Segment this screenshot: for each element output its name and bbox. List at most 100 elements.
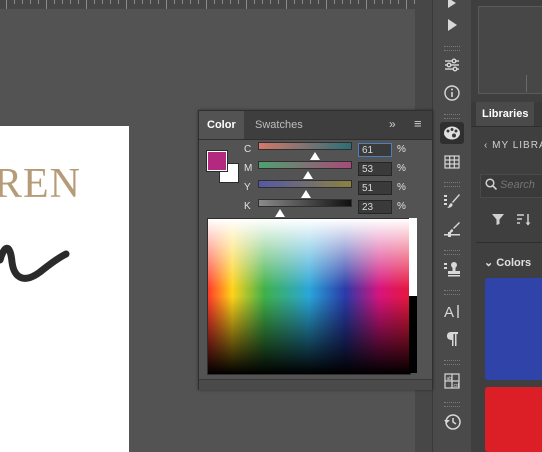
yellow-slider-thumb[interactable] bbox=[300, 190, 311, 198]
library-color-swatch[interactable] bbox=[485, 278, 542, 380]
play-icon[interactable] bbox=[440, 14, 464, 36]
ruler-tick bbox=[358, 0, 359, 4]
ruler-tick bbox=[334, 0, 335, 4]
colors-section-label: Colors bbox=[496, 257, 532, 269]
svg-text:A: A bbox=[444, 304, 454, 319]
ruler-tick bbox=[342, 0, 343, 4]
history-icon[interactable] bbox=[440, 411, 464, 433]
chevron-down-icon: ⌄ bbox=[484, 257, 497, 269]
ruler-tick bbox=[270, 0, 271, 4]
magenta-slider-thumb[interactable] bbox=[302, 171, 313, 179]
fill-stroke-selector[interactable] bbox=[206, 150, 239, 183]
svg-text:ab: ab bbox=[447, 376, 453, 382]
ruler-tick bbox=[246, 0, 247, 9]
character-icon[interactable]: A bbox=[440, 300, 464, 322]
ruler-tick bbox=[182, 0, 183, 4]
grid-icon[interactable] bbox=[440, 151, 464, 173]
yellow-slider[interactable] bbox=[258, 180, 352, 198]
yellow-value-input[interactable] bbox=[358, 181, 392, 195]
navigator-preview[interactable] bbox=[478, 6, 542, 94]
white-swatch[interactable] bbox=[409, 218, 417, 296]
black-slider-thumb[interactable] bbox=[275, 209, 286, 217]
ruler-tick bbox=[62, 0, 63, 4]
colors-section-header[interactable]: ⌄ Colors bbox=[484, 256, 531, 269]
my-library-back-link[interactable]: ‹ MY LIBRA bbox=[484, 140, 542, 151]
info-icon[interactable] bbox=[440, 82, 464, 104]
ruler-tick bbox=[102, 0, 103, 4]
ruler-tick bbox=[134, 0, 135, 4]
black-value-input[interactable] bbox=[358, 200, 392, 214]
color-palette-icon[interactable] bbox=[440, 122, 464, 144]
ruler-tick bbox=[398, 0, 399, 4]
magenta-value-input[interactable] bbox=[358, 162, 392, 176]
sort-icon[interactable] bbox=[516, 212, 532, 229]
tab-libraries[interactable]: Libraries bbox=[476, 102, 535, 126]
color-panel-tabs: Color Swatches » ≡ bbox=[199, 111, 432, 140]
filter-icon[interactable] bbox=[491, 212, 505, 229]
panel-grip[interactable] bbox=[444, 402, 460, 407]
cyan-slider-thumb[interactable] bbox=[310, 152, 321, 160]
cyan-value-input[interactable] bbox=[358, 143, 392, 157]
collapse-panel-icon[interactable]: » bbox=[389, 117, 396, 131]
ruler-tick bbox=[286, 0, 287, 9]
tab-color[interactable]: Color bbox=[199, 111, 244, 139]
library-search-input[interactable] bbox=[500, 175, 540, 195]
panel-grip[interactable] bbox=[444, 290, 460, 295]
color-panel: Color Swatches » ≡ C % M % Y % K % bbox=[198, 110, 433, 390]
ruler-tick bbox=[14, 0, 15, 4]
ruler-tick bbox=[382, 0, 383, 4]
color-spectrum-ramp[interactable] bbox=[207, 218, 411, 375]
black-swatch[interactable] bbox=[409, 296, 417, 373]
panel-icon-strip: A ab cd bbox=[432, 0, 472, 452]
ruler-tick bbox=[318, 0, 319, 4]
ruler-tick bbox=[126, 0, 127, 9]
paragraph-icon[interactable] bbox=[440, 328, 464, 350]
ruler-tick bbox=[294, 0, 295, 4]
black-slider[interactable] bbox=[258, 199, 352, 217]
ruler-tick bbox=[86, 0, 87, 9]
glyphs-icon[interactable]: ab cd bbox=[440, 370, 464, 392]
panel-grip[interactable] bbox=[444, 360, 460, 365]
ruler-tick bbox=[310, 0, 311, 4]
ruler-tick bbox=[38, 0, 39, 4]
ruler-tick bbox=[206, 0, 207, 9]
ruler-tick bbox=[22, 0, 23, 4]
fill-color-swatch[interactable] bbox=[206, 150, 228, 172]
search-icon bbox=[485, 178, 498, 193]
panel-menu-icon[interactable]: ≡ bbox=[414, 116, 422, 131]
brush-settings-icon[interactable] bbox=[440, 218, 464, 240]
panel-grip[interactable] bbox=[444, 182, 460, 187]
channel-label-cyan: C bbox=[244, 144, 252, 155]
panel-resize-handle[interactable] bbox=[199, 379, 432, 390]
ruler-tick bbox=[254, 0, 255, 4]
ruler-tick bbox=[230, 0, 231, 4]
cyan-slider[interactable] bbox=[258, 142, 352, 160]
channel-label-yellow: Y bbox=[244, 182, 251, 193]
yellow-percent-unit: % bbox=[397, 182, 406, 193]
panel-grip[interactable] bbox=[444, 114, 460, 119]
adjustments-icon[interactable] bbox=[440, 54, 464, 76]
tab-swatches[interactable]: Swatches bbox=[247, 111, 311, 139]
ruler-tick bbox=[190, 0, 191, 4]
ruler-tick bbox=[366, 0, 367, 9]
ruler-tick bbox=[46, 0, 47, 9]
panel-grip[interactable] bbox=[444, 250, 460, 255]
ruler-tick bbox=[326, 0, 327, 9]
ruler-tick bbox=[150, 0, 151, 4]
ruler-tick bbox=[78, 0, 79, 4]
divider bbox=[476, 242, 542, 243]
collapsed-top-icon[interactable] bbox=[440, 0, 464, 14]
ruler-tick bbox=[6, 0, 7, 9]
black-percent-unit: % bbox=[397, 201, 406, 212]
clone-stamp-icon[interactable] bbox=[440, 258, 464, 280]
ruler-tick bbox=[198, 0, 199, 4]
ruler-tick bbox=[390, 0, 391, 4]
ruler-tick bbox=[110, 0, 111, 4]
library-color-swatch[interactable] bbox=[485, 387, 542, 452]
magenta-slider[interactable] bbox=[258, 161, 352, 179]
ruler-tick bbox=[118, 0, 119, 4]
ruler-tick bbox=[222, 0, 223, 4]
ruler-tick bbox=[214, 0, 215, 4]
panel-grip[interactable] bbox=[444, 46, 460, 51]
brush-presets-icon[interactable] bbox=[440, 190, 464, 212]
